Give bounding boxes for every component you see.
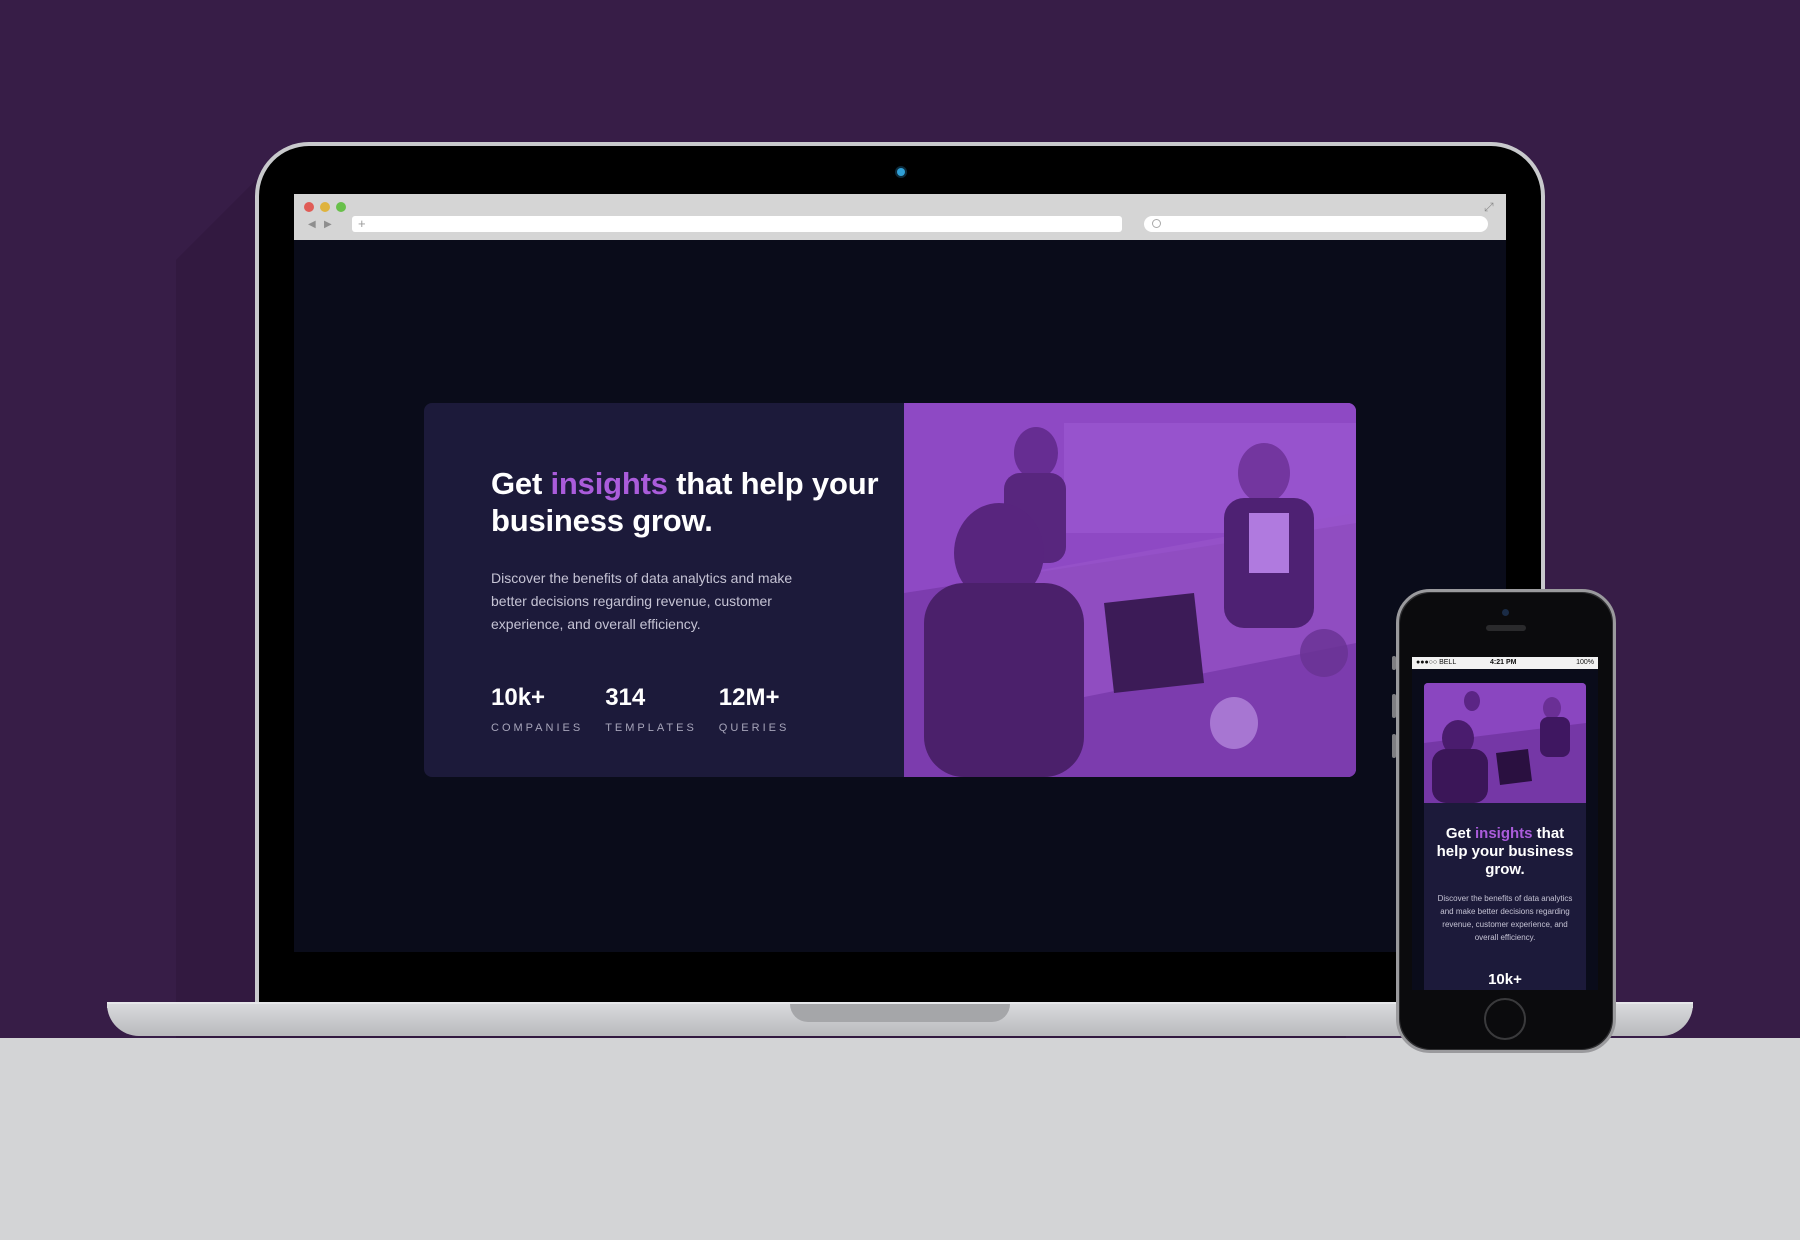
expand-icon[interactable]: ⤢ [1484,200,1494,215]
browser-toolbar: ◀ ▶ + ⤢ [294,194,1506,240]
stat-label: COMPANIES [491,722,584,734]
stat-value: 10k+ [491,684,546,711]
stat-templates: 314 TEMPLATES [605,684,697,734]
desk-surface [0,1038,1800,1240]
phone-volume-up [1392,694,1396,718]
stats-row: 10k+ COMPANIES 314 TEMPLATES 12M+ QUERIE… [491,684,891,734]
forward-arrow-icon[interactable]: ▶ [324,219,332,230]
battery-status: 100% [1576,659,1594,666]
phone-screen: ●●●○○ BELL 4:21 PM 100% Get insights tha… [1412,657,1598,990]
minimize-window-button[interactable] [320,202,330,212]
laptop-screen: ◀ ▶ + ⤢ Get insights that help your busi… [294,194,1506,952]
office-photo [904,403,1356,777]
status-time: 4:21 PM [1490,659,1517,666]
stat-label: QUERIES [718,722,790,734]
mobile-headline-start: Get [1445,825,1475,842]
stats-preview-card: Get insights that help your business gro… [424,403,1356,777]
mobile-headline: Get insights that help your business gro… [1432,825,1578,879]
card-headline: Get insights that help your business gro… [491,465,891,539]
laptop-notch [790,1004,1010,1022]
mobile-stats-card: Get insights that help your business gro… [1424,683,1586,990]
card-description: Discover the benefits of data analytics … [491,570,793,632]
mobile-stat-value: 10k+ [1488,971,1522,988]
stat-queries: 12M+ QUERIES [719,684,790,734]
new-tab-icon[interactable]: + [358,216,366,232]
phone-status-bar: ●●●○○ BELL 4:21 PM 100% [1412,657,1598,669]
search-input[interactable] [1144,216,1488,232]
phone-camera-icon [1502,609,1509,616]
phone-speaker [1486,625,1526,631]
phone-mute-switch [1392,656,1396,670]
carrier-signal: ●●●○○ BELL [1416,659,1457,666]
stat-companies: 10k+ COMPANIES [491,684,583,734]
stat-value: 12M+ [718,684,780,711]
headline-accent: insights [550,466,668,501]
search-icon [1152,219,1161,228]
stat-label: TEMPLATES [605,722,697,734]
mobile-office-photo [1424,683,1586,803]
stat-value: 314 [605,684,646,711]
address-bar[interactable]: + [352,216,1122,232]
camera-icon [897,168,905,176]
mobile-description: Discover the benefits of data analytics … [1437,894,1573,942]
back-arrow-icon[interactable]: ◀ [308,219,316,230]
card-text-section: Get insights that help your business gro… [491,465,891,734]
mobile-headline-accent: insights [1475,825,1533,842]
close-window-button[interactable] [304,202,314,212]
headline-start: Get [491,466,551,501]
maximize-window-button[interactable] [336,202,346,212]
home-button-icon[interactable] [1484,998,1526,1040]
phone-volume-down [1392,734,1396,758]
